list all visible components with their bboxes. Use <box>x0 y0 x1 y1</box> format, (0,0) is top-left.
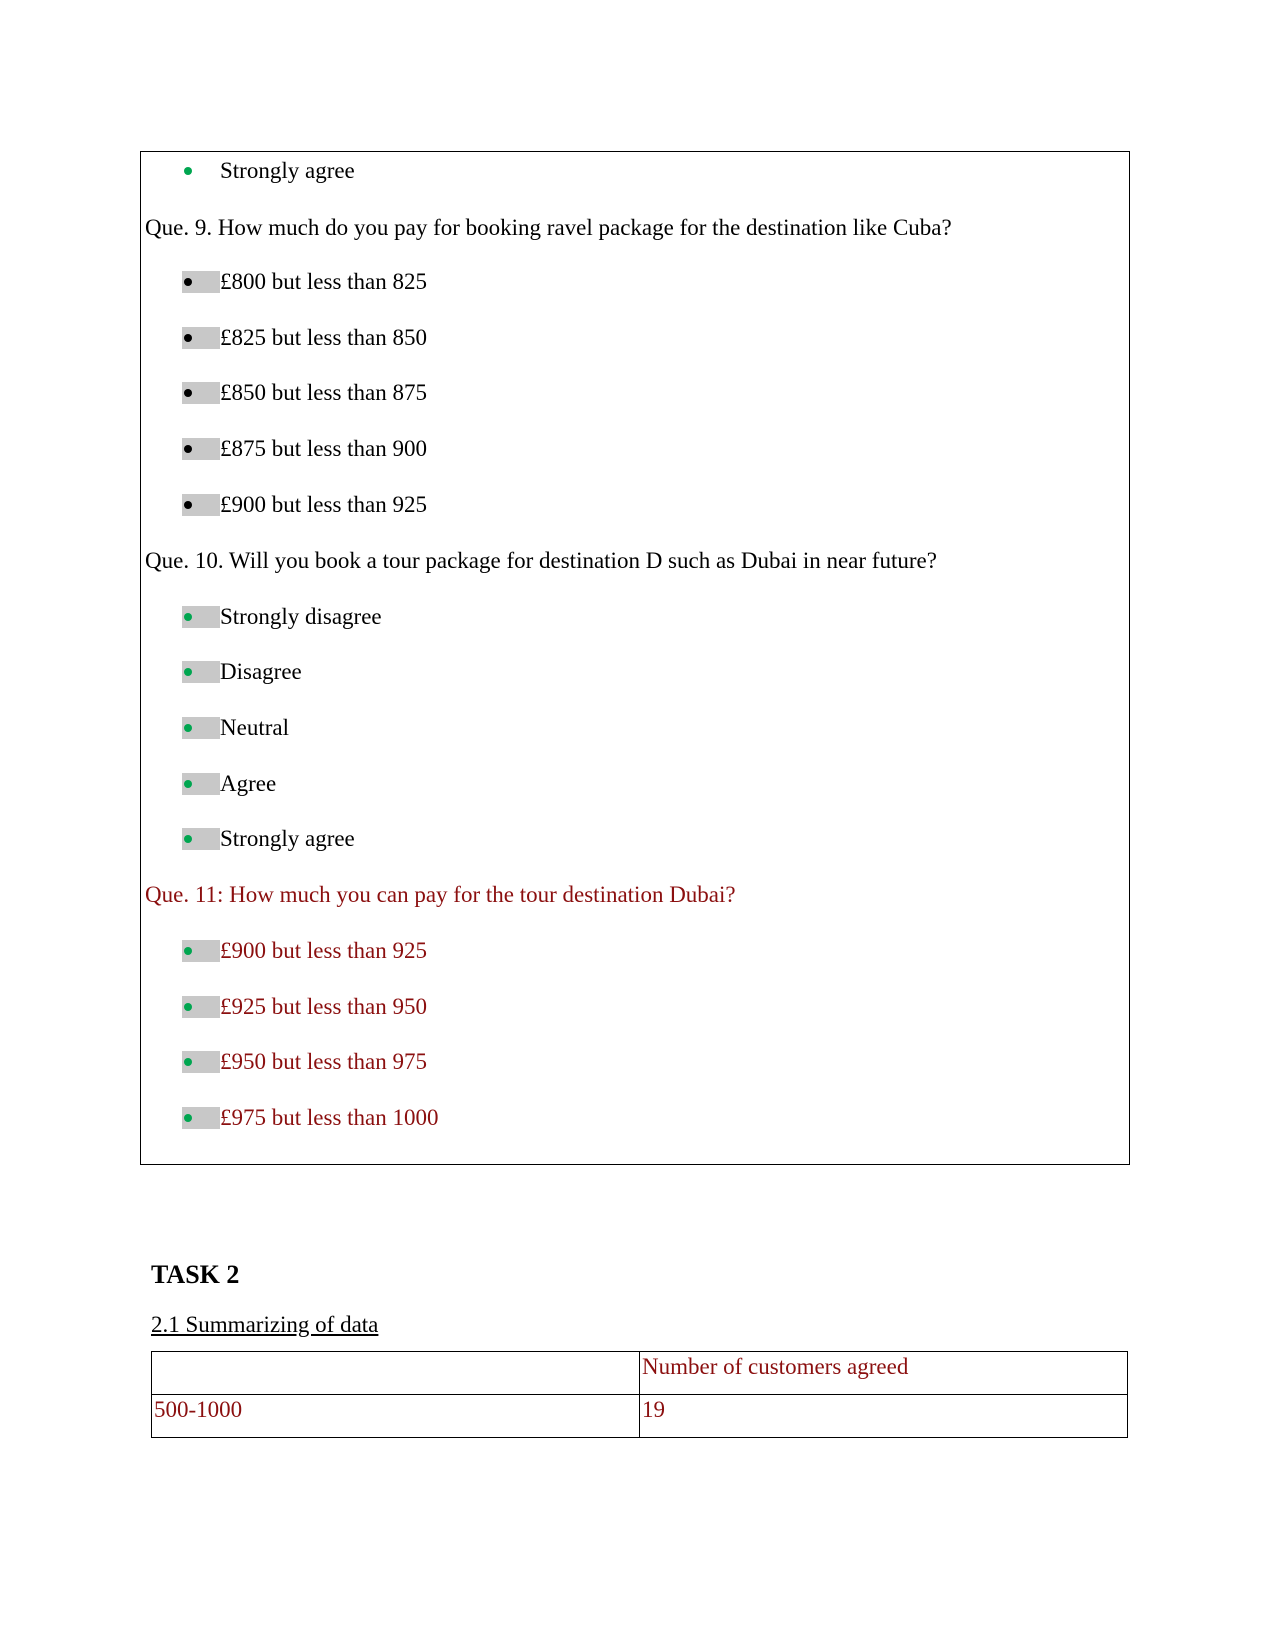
list-item: £825 but less than 850 <box>182 323 427 353</box>
option-label: Agree <box>220 771 277 796</box>
header-cell <box>151 1351 640 1395</box>
list-item: £975 but less than 1000 <box>182 1103 439 1133</box>
question-10: Que. 10. Will you book a tour package fo… <box>145 548 937 573</box>
list-item: £950 but less than 975 <box>182 1047 427 1077</box>
option-label: £900 but less than 925 <box>220 492 427 517</box>
bullet-icon <box>182 717 220 740</box>
list-item: £850 but less than 875 <box>182 378 427 408</box>
question-11: Que. 11: How much you can pay for the to… <box>145 882 736 907</box>
bullet-icon <box>182 382 220 405</box>
bullet-icon <box>182 661 220 684</box>
bullet-icon <box>182 606 220 629</box>
bullet-icon <box>182 271 220 294</box>
header-cell: Number of customers agreed <box>639 1351 1128 1395</box>
list-item: £800 but less than 825 <box>182 267 427 297</box>
bullet-icon <box>182 996 220 1019</box>
option-label: £825 but less than 850 <box>220 325 427 350</box>
list-item: £925 but less than 950 <box>182 992 427 1022</box>
summary-table: Number of customers agreed 500-1000 19 <box>151 1351 1128 1438</box>
list-item: Agree <box>182 769 276 799</box>
option-label: £800 but less than 825 <box>220 269 427 294</box>
option-label: Strongly agree <box>220 826 355 851</box>
task-heading: TASK 2 <box>151 1260 240 1289</box>
list-item: £900 but less than 925 <box>182 490 427 520</box>
bullet-icon <box>182 1107 220 1130</box>
option-label: £875 but less than 900 <box>220 436 427 461</box>
table-row: 500-1000 19 <box>151 1394 1128 1438</box>
bullet-icon <box>182 773 220 796</box>
option-label: Disagree <box>220 659 302 684</box>
option-label: Strongly agree <box>220 158 355 183</box>
option-label: Neutral <box>220 715 289 740</box>
bullet-icon <box>182 438 220 461</box>
bullet-icon <box>182 327 220 350</box>
bullet-icon <box>182 494 220 517</box>
option-label: £925 but less than 950 <box>220 994 427 1019</box>
bullet-icon <box>182 1051 220 1074</box>
list-item: Strongly disagree <box>182 602 382 632</box>
table-cell: 19 <box>639 1394 1128 1438</box>
question-9: Que. 9. How much do you pay for booking … <box>145 215 952 240</box>
list-item: Neutral <box>182 713 289 743</box>
list-item: Disagree <box>182 657 302 687</box>
option-label: Strongly disagree <box>220 604 382 629</box>
bullet-icon <box>182 828 220 851</box>
option-label: £900 but less than 925 <box>220 938 427 963</box>
bullet-icon <box>182 940 220 963</box>
section-subheading: 2.1 Summarizing of data <box>151 1312 379 1337</box>
option-label: £975 but less than 1000 <box>220 1105 439 1130</box>
table-header-row: Number of customers agreed <box>151 1351 1128 1395</box>
list-item: Strongly agree <box>182 824 355 854</box>
list-item: Strongly agree <box>182 156 355 186</box>
list-item: £875 but less than 900 <box>182 434 427 464</box>
list-item: £900 but less than 925 <box>182 936 427 966</box>
option-label: £950 but less than 975 <box>220 1049 427 1074</box>
bullet-icon <box>182 160 220 182</box>
table-cell: 500-1000 <box>151 1394 640 1438</box>
option-label: £850 but less than 875 <box>220 380 427 405</box>
